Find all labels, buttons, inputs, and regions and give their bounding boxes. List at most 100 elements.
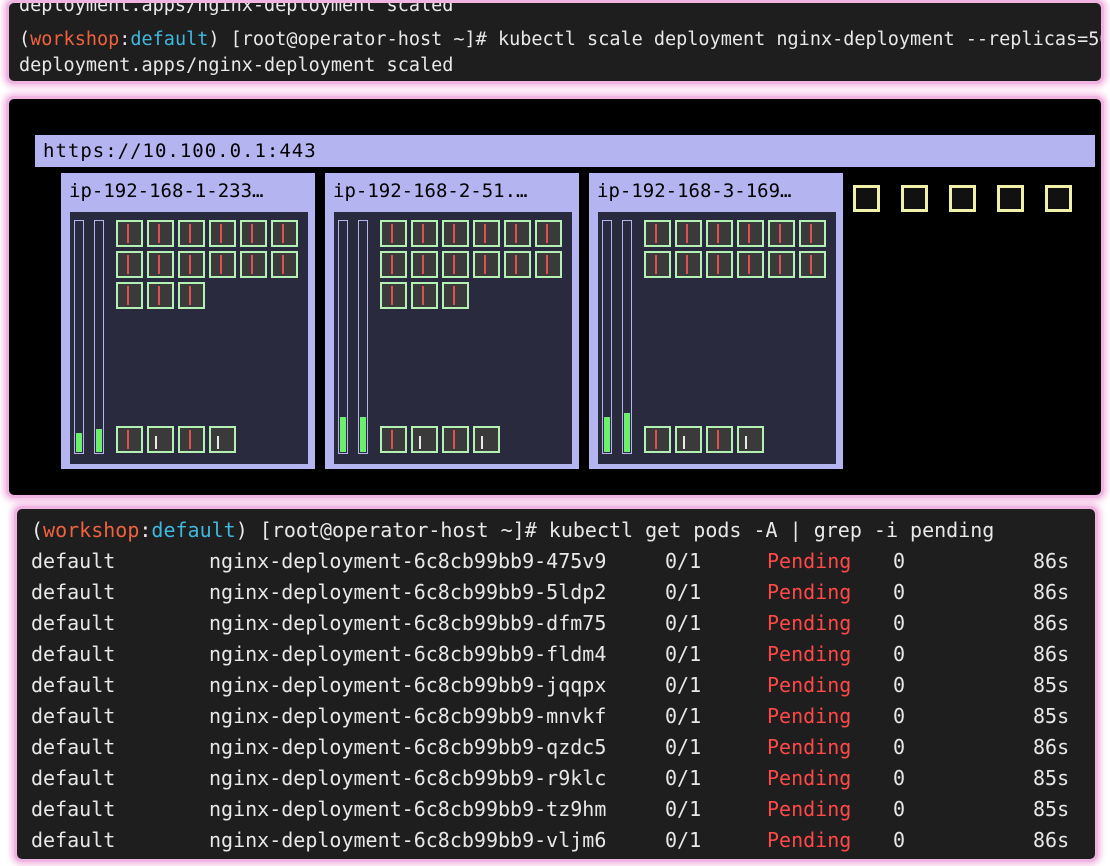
pod-box: [799, 220, 826, 247]
pod-box: [147, 220, 174, 247]
pod-box: [178, 251, 205, 278]
daemon-pod-box: [116, 426, 143, 453]
pod-name: nginx-deployment-6c8cb99bb9-mnvkf: [209, 704, 607, 728]
usage-fill: [624, 412, 630, 452]
pod-restarts: 0: [893, 797, 906, 821]
pod-box: [147, 251, 174, 278]
pod-box: [504, 251, 531, 278]
table-row: default nginx-deployment-6c8cb99bb9-jqqpx…: [17, 670, 1095, 701]
pod-ready: 0/1: [665, 580, 702, 604]
pod-age: 86s: [1033, 735, 1070, 759]
pod-box: [147, 282, 174, 309]
pods-terminal-panel[interactable]: (workshop:default) [root@operator-host ~…: [14, 506, 1098, 862]
node-pod-area: [69, 211, 309, 465]
cluster-node: ip-192-168-1-233…: [61, 173, 315, 469]
pod-box: [473, 251, 500, 278]
pod-box: [116, 282, 143, 309]
prompt-namespace: default: [130, 29, 209, 50]
command-line: (workshop:default) [root@operator-host ~…: [31, 515, 994, 546]
pod-box: [380, 282, 407, 309]
pod-box: [706, 251, 733, 278]
pod-restarts: 0: [893, 673, 906, 697]
pending-pod-box: [997, 185, 1024, 212]
pod-ns: default: [31, 611, 116, 635]
pod-box: [411, 220, 438, 247]
pod-name: nginx-deployment-6c8cb99bb9-jqqpx: [209, 673, 607, 697]
pod-status: Pending: [767, 642, 852, 666]
pod-name: nginx-deployment-6c8cb99bb9-vljm6: [209, 828, 607, 852]
node-name: ip-192-168-3-169…: [597, 180, 792, 202]
prompt-namespace: default: [151, 518, 236, 542]
pending-pod-box: [1045, 185, 1072, 212]
pod-box: [535, 251, 562, 278]
prompt-colon: :: [119, 29, 131, 50]
daemon-pod-box: [675, 426, 702, 453]
pod-box: [178, 220, 205, 247]
cpu-usage-bar: [602, 220, 612, 454]
pod-status: Pending: [767, 766, 852, 790]
pod-age: 86s: [1033, 642, 1070, 666]
pod-box: [380, 251, 407, 278]
pod-box: [209, 251, 236, 278]
table-row: default nginx-deployment-6c8cb99bb9-vljm6…: [17, 825, 1095, 856]
cluster-view: https://10.100.0.1:443 ip-192-168-1-233……: [21, 109, 1097, 489]
pod-status: Pending: [767, 611, 852, 635]
daemon-pod-box: [209, 426, 236, 453]
pod-restarts: 0: [893, 828, 906, 852]
pod-ns: default: [31, 549, 116, 573]
pod-restarts: 0: [893, 580, 906, 604]
prompt-rest: ) [root@operator-host ~]#: [235, 518, 549, 542]
pod-restarts: 0: [893, 642, 906, 666]
table-row: default nginx-deployment-6c8cb99bb9-5ldp2…: [17, 577, 1095, 608]
pod-ready: 0/1: [665, 611, 702, 635]
pod-age: 85s: [1033, 704, 1070, 728]
pod-age: 86s: [1033, 580, 1070, 604]
cluster-node: ip-192-168-2-51.…: [325, 173, 579, 469]
command-output: deployment.apps/nginx-deployment scaled: [19, 55, 454, 76]
pod-box: [411, 251, 438, 278]
prompt-paren: (: [31, 518, 44, 542]
cluster-visualizer-panel: https://10.100.0.1:443 ip-192-168-1-233……: [6, 96, 1104, 498]
pod-box: [116, 220, 143, 247]
pod-box: [644, 251, 671, 278]
command-line: (workshop:default) [root@operator-host ~…: [19, 27, 1104, 53]
pod-ns: default: [31, 642, 116, 666]
pod-ready: 0/1: [665, 828, 702, 852]
table-row: default nginx-deployment-6c8cb99bb9-fldm4…: [17, 639, 1095, 670]
pod-restarts: 0: [893, 766, 906, 790]
pod-box: [737, 220, 764, 247]
pod-box: [271, 220, 298, 247]
pod-box: [442, 282, 469, 309]
pod-ns: default: [31, 580, 116, 604]
usage-fill: [96, 428, 102, 452]
pod-age: 85s: [1033, 766, 1070, 790]
cpu-usage-bar: [74, 220, 84, 454]
pod-box: [442, 220, 469, 247]
pod-box: [380, 220, 407, 247]
pod-box: [442, 251, 469, 278]
pod-status: Pending: [767, 580, 852, 604]
pod-box: [116, 251, 143, 278]
pod-box: [535, 220, 562, 247]
table-row: default nginx-deployment-6c8cb99bb9-dfm75…: [17, 608, 1095, 639]
usage-fill: [76, 433, 82, 452]
scale-command: kubectl scale deployment nginx-deploymen…: [497, 29, 1104, 50]
scale-terminal-panel[interactable]: deployment.apps/nginx-deployment scaled …: [6, 0, 1104, 84]
pod-ready: 0/1: [665, 549, 702, 573]
pod-box: [768, 220, 795, 247]
pod-box: [644, 220, 671, 247]
memory-usage-bar: [94, 220, 104, 454]
pod-box: [473, 220, 500, 247]
usage-fill: [360, 417, 366, 452]
prompt-paren: (: [19, 29, 31, 50]
pod-age: 85s: [1033, 797, 1070, 821]
node-pod-area: [597, 211, 837, 465]
table-row: default nginx-deployment-6c8cb99bb9-475v9…: [17, 546, 1095, 577]
pod-restarts: 0: [893, 735, 906, 759]
pod-box: [706, 220, 733, 247]
node-name: ip-192-168-1-233…: [69, 180, 264, 202]
table-row: default nginx-deployment-6c8cb99bb9-tz9hm…: [17, 794, 1095, 825]
pod-ready: 0/1: [665, 735, 702, 759]
daemon-pod-box: [411, 426, 438, 453]
usage-fill: [604, 417, 610, 452]
